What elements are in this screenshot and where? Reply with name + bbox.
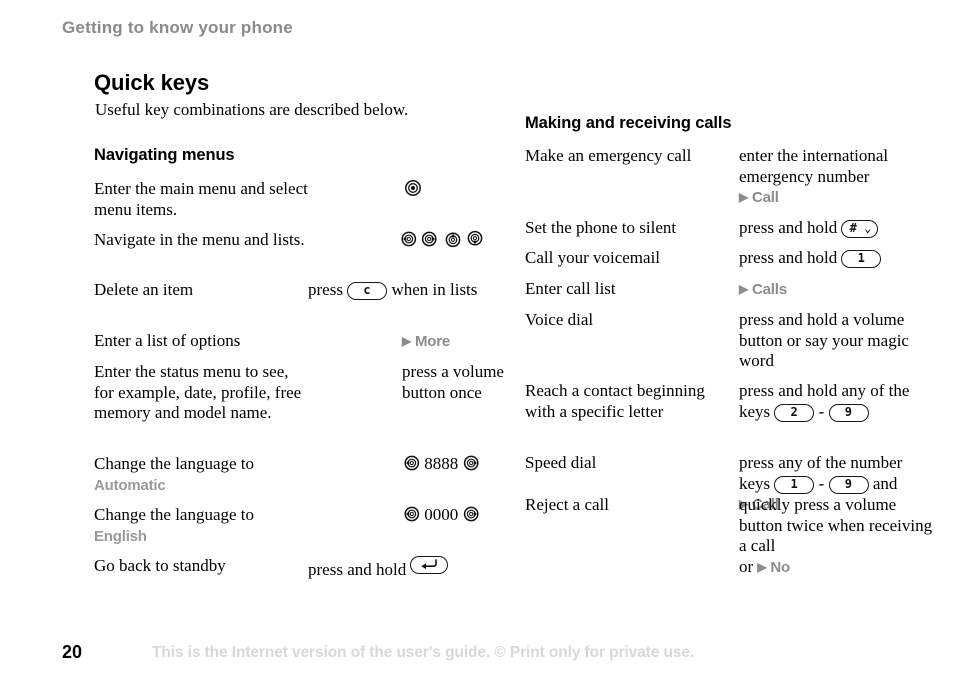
row-term: Go back to standby — [94, 556, 226, 575]
def-pre-text: press — [308, 280, 343, 299]
row-term: Delete an item — [94, 280, 194, 299]
row-definition: press a volume button once — [402, 362, 504, 402]
row-term: Enter the status menu to see, for exampl… — [94, 362, 302, 422]
row-term: Make an emergency call — [525, 146, 692, 165]
row-term: Speed dial — [525, 453, 597, 472]
row-definition: press and hold a volume button or say yo… — [739, 310, 909, 370]
row-definition: ▶ More — [402, 331, 592, 353]
selection-marker[interactable]: ▶ No — [757, 559, 790, 576]
row-definition: ▶ Calls — [739, 279, 929, 301]
triangle-right-icon: ▶ — [739, 190, 749, 204]
key-sequence-digits: 8888 — [424, 454, 459, 473]
selection-marker[interactable]: ▶ Call — [739, 189, 779, 206]
row-definition: press and hold # ⌄ — [739, 218, 939, 239]
row-term: Navigate in the menu and lists. — [94, 230, 305, 249]
row-definition: enter the international emergency number… — [739, 146, 939, 209]
selection-marker[interactable]: ▶ More — [402, 333, 450, 350]
row-definition: 0000 — [402, 505, 532, 526]
key-c[interactable]: c — [347, 282, 388, 300]
def-pre-text: press and hold — [739, 248, 838, 267]
row-term: Enter a list of options — [94, 331, 241, 350]
key-sequence-digits: 0000 — [424, 505, 459, 524]
footer-note: This is the Internet version of the user… — [152, 644, 695, 661]
def-or-text: or — [739, 556, 754, 576]
row-definition — [404, 179, 594, 200]
row-term: Change the language to Automatic — [94, 454, 309, 496]
key-1[interactable]: 1 — [841, 250, 882, 268]
section-heading-making-receiving-calls: Making and receiving calls — [525, 114, 732, 132]
row-definition: press and hold — [308, 556, 493, 581]
row-term: Enter call list — [525, 279, 616, 298]
ui-label-english: English — [94, 527, 147, 545]
page-title: Quick keys — [94, 70, 210, 95]
row-definition: press c when in lists — [308, 280, 483, 301]
marker-label: No — [770, 558, 791, 576]
row-definition — [399, 230, 529, 251]
row-term: Reach a contact beginning with a specifi… — [525, 381, 705, 421]
row-term-text: Change the language to — [94, 505, 255, 524]
nav-right-key-icon[interactable] — [463, 454, 481, 472]
row-term: Voice dial — [525, 310, 594, 329]
row-term: Set the phone to silent — [525, 218, 677, 237]
triangle-right-icon: ▶ — [739, 282, 749, 296]
nav-right-key-icon[interactable] — [463, 505, 481, 523]
key-range-separator: - — [818, 473, 825, 493]
nav-left-key-icon[interactable] — [402, 454, 420, 472]
row-term: Change the language to English — [94, 505, 309, 547]
row-term: Reject a call — [525, 495, 610, 514]
key-hash[interactable]: # ⌄ — [841, 220, 879, 238]
nav-right-key-icon[interactable] — [421, 230, 439, 248]
key-9[interactable]: 9 — [828, 475, 869, 494]
nav-down-key-icon[interactable] — [466, 230, 484, 248]
nav-left-key-icon[interactable] — [399, 230, 417, 248]
marker-label: More — [415, 333, 451, 350]
def-post-text: when in lists — [391, 280, 478, 299]
triangle-right-icon: ▶ — [402, 334, 412, 348]
def-pre-text: press and hold — [739, 218, 838, 237]
key-2[interactable]: 2 — [774, 403, 815, 422]
row-term: Enter the main menu and select menu item… — [94, 179, 308, 219]
def-pre-text: press and hold — [308, 560, 407, 579]
def-text: enter the international emergency number — [739, 146, 889, 186]
row-term: Call your voicemail — [525, 248, 661, 267]
row-definition: press and hold any of the keys 2 - 9 — [739, 381, 939, 422]
page-number: 20 — [62, 642, 83, 662]
key-9[interactable]: 9 — [828, 403, 869, 422]
running-header: Getting to know your phone — [62, 18, 293, 37]
def-mid-text: and — [872, 473, 898, 493]
nav-left-key-icon[interactable] — [402, 505, 420, 523]
marker-label: Calls — [752, 281, 787, 298]
back-key-icon[interactable] — [410, 556, 449, 574]
row-definition: 8888 — [402, 454, 532, 475]
selection-marker[interactable]: ▶ Calls — [739, 281, 787, 298]
key-1[interactable]: 1 — [774, 475, 815, 494]
chapter-intro: Useful key combinations are described be… — [95, 100, 409, 119]
row-definition: quickly press a volume button twice when… — [739, 495, 939, 578]
nav-up-key-icon[interactable] — [444, 230, 462, 248]
row-term-text: Change the language to — [94, 454, 255, 473]
key-range-separator: - — [818, 401, 825, 421]
triangle-right-icon: ▶ — [757, 559, 767, 574]
nav-select-key-icon[interactable] — [404, 179, 422, 197]
marker-label: Call — [752, 189, 779, 206]
section-heading-navigating-menus: Navigating menus — [94, 146, 235, 164]
ui-label-automatic: Automatic — [94, 476, 166, 494]
def-text: quickly press a volume button twice when… — [739, 495, 933, 555]
row-definition: press and hold 1 — [739, 248, 939, 269]
